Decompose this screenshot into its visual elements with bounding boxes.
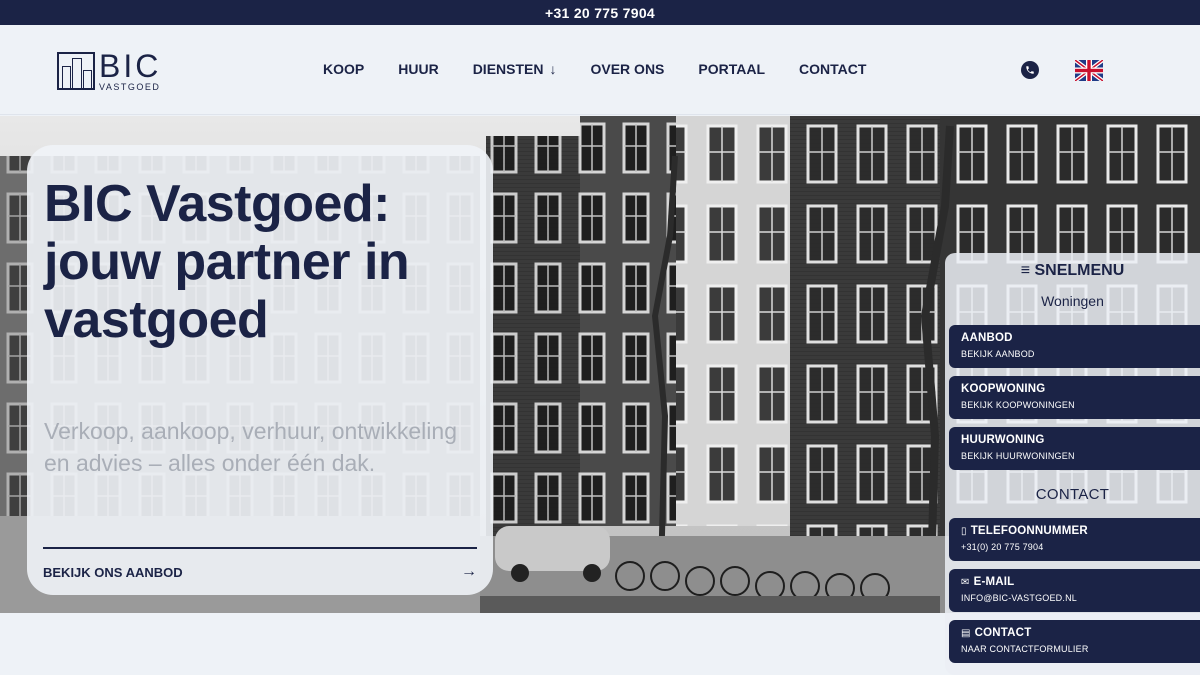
quick-menu-subheading: Woningen — [1041, 293, 1104, 309]
quick-menu-item-title: AANBOD — [961, 332, 1013, 344]
quick-menu-item-sub: BEKIJK KOOPWONINGEN — [961, 400, 1075, 410]
nav-koop[interactable]: KOOP — [323, 61, 364, 77]
arrow-down-icon: ↓ — [549, 61, 557, 77]
quick-menu-title: ≡ SNELMENU — [1020, 262, 1125, 279]
hero-title: BIC Vastgoed: jouw partner in vastgoed — [44, 175, 410, 349]
quick-menu-item-sub: NAAR CONTACTFORMULIER — [961, 644, 1089, 654]
site-header: BIC VASTGOED KOOP HUUR DIENSTEN ↓ OVER O… — [0, 25, 1200, 115]
quick-menu-aanbod[interactable]: AANBOD BEKIJK AANBOD — [949, 325, 1200, 368]
hero-card: BIC Vastgoed: jouw partner in vastgoed V… — [27, 145, 493, 595]
nav-portaal[interactable]: PORTAAL — [698, 61, 765, 77]
logo-building-icon — [57, 52, 95, 90]
quick-menu-contact[interactable]: ▤ CONTACT NAAR CONTACTFORMULIER — [949, 620, 1200, 663]
quick-menu-telefoon[interactable]: ▯ TELEFOONNUMMER +31(0) 20 775 7904 — [949, 518, 1200, 561]
main-nav: KOOP HUUR DIENSTEN ↓ OVER ONS PORTAAL CO… — [323, 61, 900, 77]
phone-icon: ▯ — [961, 525, 967, 537]
quick-menu-item-sub: INFO@BIC-VASTGOED.NL — [961, 593, 1077, 603]
form-icon: ▤ — [961, 627, 971, 639]
nav-diensten-label: DIENSTEN — [472, 61, 544, 77]
quick-menu-koopwoning[interactable]: KOOPWONING BEKIJK KOOPWONINGEN — [949, 376, 1200, 419]
nav-over-ons[interactable]: OVER ONS — [590, 61, 664, 77]
quick-menu-contact-heading: CONTACT — [1035, 486, 1110, 503]
nav-diensten[interactable]: DIENSTEN ↓ — [473, 61, 557, 77]
quick-menu: ≡ SNELMENU Woningen AANBOD BEKIJK AANBOD… — [945, 253, 1200, 675]
mail-icon: ✉ — [961, 576, 970, 588]
logo-subtext: VASTGOED — [99, 82, 161, 92]
arrow-right-icon: → — [461, 563, 477, 580]
view-offer-link[interactable]: BEKIJK ONS AANBOD → — [43, 560, 477, 584]
quick-menu-item-title: CONTACT — [974, 627, 1032, 639]
logo-text: BIC — [99, 48, 162, 84]
top-bar: +31 20 775 7904 — [0, 0, 1200, 25]
quick-menu-item-title: E-MAIL — [973, 576, 1015, 588]
nav-huur[interactable]: HUUR — [398, 61, 438, 77]
quick-menu-email[interactable]: ✉ E-MAIL INFO@BIC-VASTGOED.NL — [949, 569, 1200, 612]
uk-flag-icon[interactable] — [1075, 60, 1103, 81]
view-offer-label: BEKIJK ONS AANBOD — [43, 564, 183, 580]
hero-subtitle: Verkoop, aankoop, verhuur, ontwikkeling … — [44, 418, 457, 476]
top-bar-phone[interactable]: +31 20 775 7904 — [545, 5, 655, 21]
nav-contact[interactable]: CONTACT — [799, 61, 866, 77]
logo[interactable]: BIC VASTGOED — [57, 48, 162, 92]
quick-menu-item-title: TELEFOONNUMMER — [970, 525, 1088, 537]
quick-menu-item-sub: BEKIJK AANBOD — [961, 349, 1035, 359]
quick-menu-huurwoning[interactable]: HUURWONING BEKIJK HUURWONINGEN — [949, 427, 1200, 470]
quick-menu-item-title: HUURWONING — [961, 434, 1045, 446]
quick-menu-item-title: KOOPWONING — [961, 383, 1046, 395]
phone-icon[interactable] — [1021, 61, 1039, 79]
quick-menu-item-sub: +31(0) 20 775 7904 — [961, 542, 1044, 552]
quick-menu-item-sub: BEKIJK HUURWONINGEN — [961, 451, 1075, 461]
divider — [43, 547, 477, 549]
